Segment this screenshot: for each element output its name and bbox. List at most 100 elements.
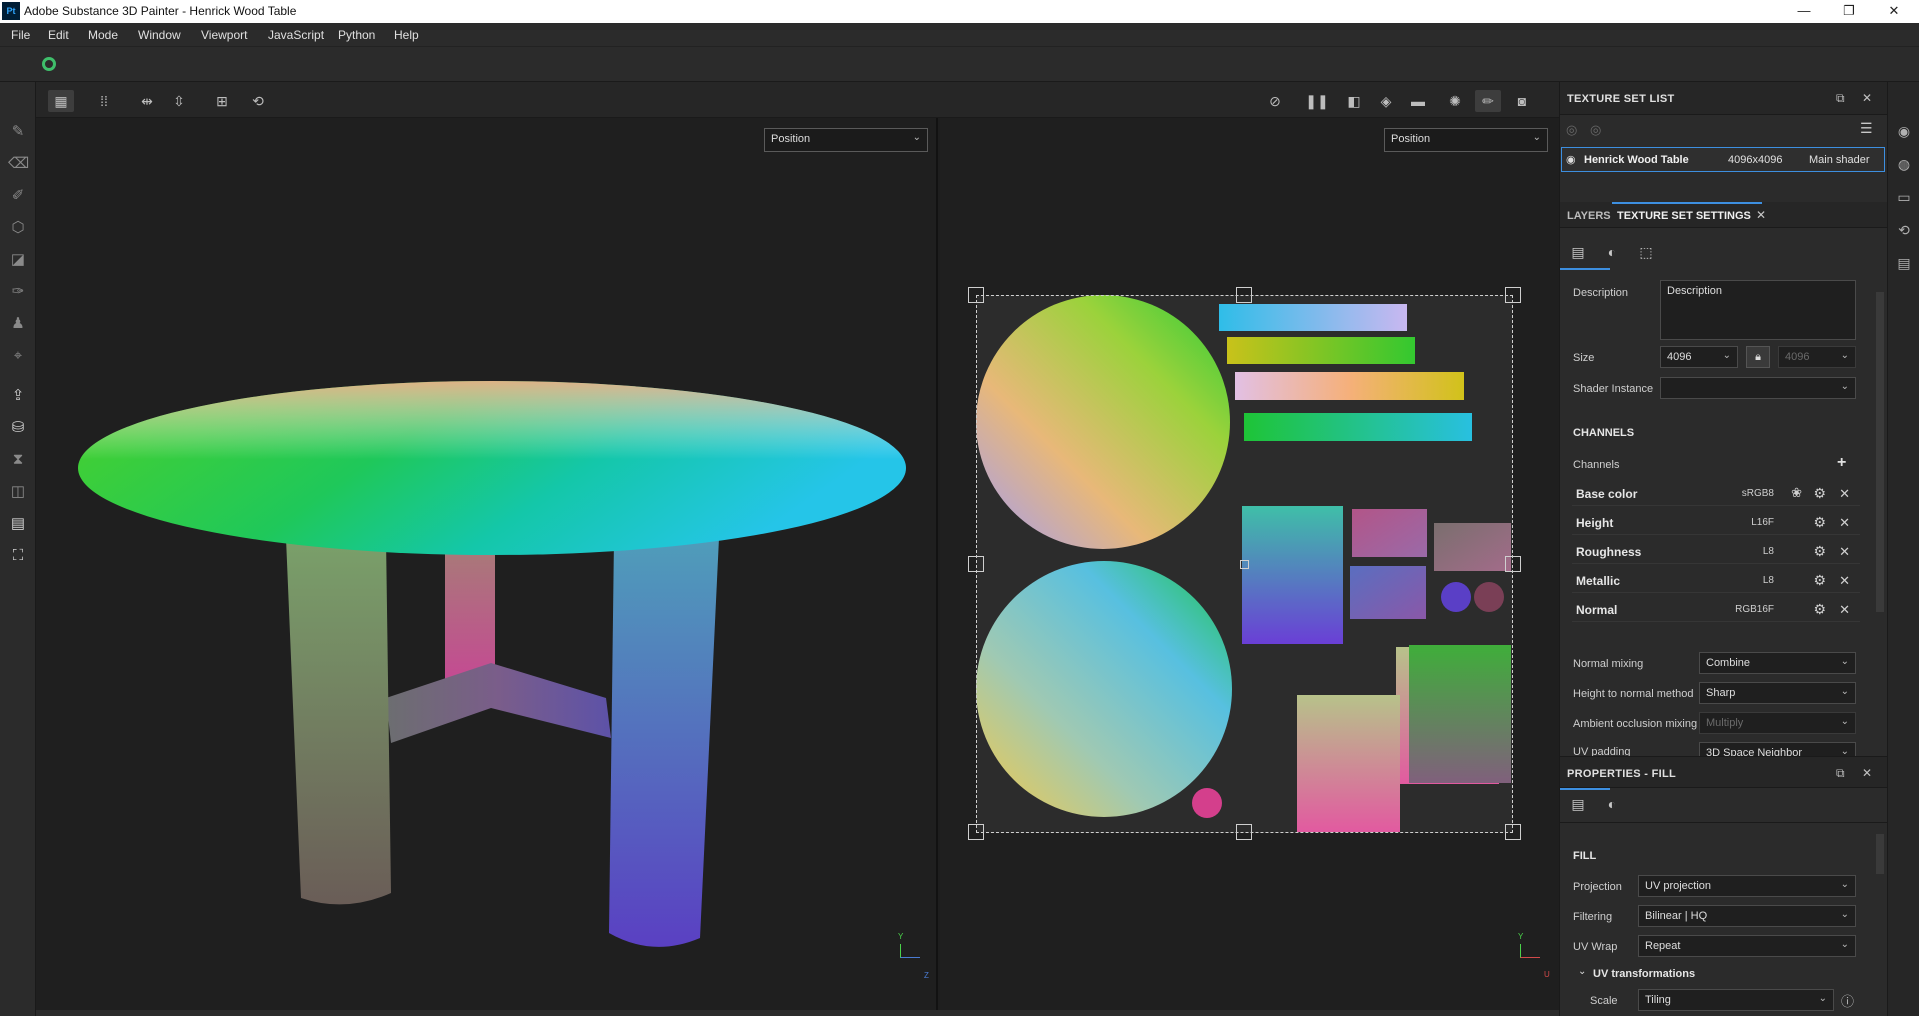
color-picker-icon[interactable]: ⌖ [8, 346, 28, 366]
size-select[interactable]: 4096 ⌄ [1660, 346, 1738, 368]
menu-icon[interactable]: ☰ [1860, 120, 1873, 137]
light-icon[interactable]: ✺ [1442, 90, 1468, 112]
screenshot-icon[interactable]: ◙ [1509, 90, 1535, 112]
uv-wrap-select[interactable]: Repeat ⌄ [1638, 935, 1856, 957]
display-settings-icon[interactable]: ◉ [1895, 122, 1913, 140]
viewport-3d[interactable]: Position ⌄ Y Z [36, 118, 938, 1016]
channel-format[interactable]: L16F [1751, 517, 1774, 528]
remove-channel-icon[interactable]: ✕ [1839, 544, 1850, 560]
visibility-eye-icon[interactable]: ◉ [1566, 153, 1576, 166]
eye-icon[interactable]: ◎ [1590, 122, 1601, 138]
menu-window[interactable]: Window [138, 28, 181, 42]
grid-view-icon[interactable]: ▦ [48, 90, 74, 112]
gear-icon[interactable]: ⚙ [1813, 601, 1826, 618]
remove-channel-icon[interactable]: ✕ [1839, 515, 1850, 531]
remove-channel-icon[interactable]: ✕ [1839, 486, 1850, 502]
eraser-icon[interactable]: ⌫ [8, 154, 29, 174]
texture-set-settings-scrollbar[interactable] [1876, 292, 1884, 612]
description-textarea[interactable]: Description [1660, 280, 1856, 340]
scale-select[interactable]: Tiling ⌄ [1638, 989, 1834, 1011]
symmetry-y-icon[interactable]: ⇳ [166, 90, 192, 112]
history-icon[interactable]: ⟲ [1895, 221, 1913, 239]
grid-options-icon[interactable]: ⁞⁞ [91, 90, 117, 112]
transform-handle-b[interactable] [1236, 824, 1252, 840]
menu-mode[interactable]: Mode [88, 28, 118, 42]
close-tab-icon[interactable]: ✕ [1756, 208, 1766, 222]
transform-handle-tl[interactable] [968, 287, 984, 303]
transform-handle-l[interactable] [968, 556, 984, 572]
fill-settings-tab-icon[interactable]: ▤ [1568, 794, 1588, 814]
smudge-icon[interactable]: ✑ [8, 282, 28, 302]
log-icon[interactable]: ▤ [1895, 254, 1913, 272]
filtering-select[interactable]: Bilinear | HQ ⌄ [1638, 905, 1856, 927]
projection-icon[interactable]: ✐ [8, 186, 28, 206]
export-icon[interactable]: ⇪ [8, 386, 28, 406]
transform-pivot[interactable] [1240, 560, 1249, 569]
tab-layers[interactable]: LAYERS [1567, 210, 1611, 222]
shelf-icon[interactable]: ⛶ [8, 546, 28, 566]
measure-icon[interactable]: ⧗ [8, 450, 28, 470]
transform-handle-t[interactable] [1236, 287, 1252, 303]
pause-icon[interactable]: ❚❚ [1304, 90, 1330, 112]
transform-handle-r[interactable] [1505, 556, 1521, 572]
channel-format[interactable]: L8 [1763, 575, 1774, 586]
undock-icon[interactable]: ⧉ [1836, 766, 1845, 781]
add-channel-icon[interactable]: + [1837, 454, 1846, 472]
menu-viewport[interactable]: Viewport [201, 28, 247, 42]
paint-brush-icon[interactable]: ✎ [8, 122, 28, 142]
channel-format[interactable]: sRGB8 [1742, 488, 1774, 499]
color-profile-icon[interactable]: ❀ [1791, 485, 1802, 501]
channel-format[interactable]: L8 [1763, 546, 1774, 557]
gear-icon[interactable]: ⚙ [1813, 514, 1826, 531]
normal-mixing-select[interactable]: Combine ⌄ [1699, 652, 1856, 674]
gear-icon[interactable]: ⚙ [1813, 543, 1826, 560]
menu-python[interactable]: Python [338, 28, 375, 42]
channel-format[interactable]: RGB16F [1735, 604, 1774, 615]
hide-icon[interactable]: ⊘ [1262, 90, 1288, 112]
gear-icon[interactable]: ⚙ [1813, 572, 1826, 589]
bake-icon[interactable]: ⛁ [8, 418, 28, 438]
menu-edit[interactable]: Edit [48, 28, 69, 42]
uv-padding-select[interactable]: 3D Space Neighbor ⌄ [1699, 742, 1856, 756]
close-panel-icon[interactable]: ✕ [1862, 766, 1872, 780]
height-to-normal-select[interactable]: Sharp ⌄ [1699, 682, 1856, 704]
eye-closed-icon[interactable]: ◎ [1566, 122, 1577, 138]
chevron-down-icon[interactable]: ⌄ [1578, 966, 1586, 977]
channel-row[interactable]: Normal RGB16F ⚙ ✕ [1572, 598, 1860, 622]
camera-icon[interactable]: ▬ [1405, 90, 1431, 112]
history-icon[interactable]: ⟲ [245, 90, 271, 112]
close-window-button[interactable]: ✕ [1871, 0, 1917, 23]
info-icon[interactable]: ⓘ [1841, 991, 1854, 1010]
split-view-icon[interactable]: ◧ [1341, 90, 1367, 112]
close-panel-icon[interactable]: ✕ [1862, 91, 1872, 105]
properties-scrollbar[interactable] [1876, 834, 1884, 874]
shader-settings-icon[interactable]: ◍ [1895, 155, 1913, 173]
channel-row[interactable]: Roughness L8 ⚙ ✕ [1572, 540, 1860, 564]
projection-select[interactable]: UV projection ⌄ [1638, 875, 1856, 897]
tab-texture-set-settings[interactable]: TEXTURE SET SETTINGS [1612, 202, 1762, 228]
menu-help[interactable]: Help [394, 28, 419, 42]
material-tab-icon[interactable]: ◐ [1602, 242, 1622, 262]
channel-row[interactable]: Metallic L8 ⚙ ✕ [1572, 569, 1860, 593]
paint-mode-icon[interactable]: ✏ [1475, 90, 1501, 112]
polygon-fill-icon[interactable]: ◪ [8, 250, 28, 270]
menu-file[interactable]: File [11, 28, 30, 42]
remove-channel-icon[interactable]: ✕ [1839, 602, 1850, 618]
undock-icon[interactable]: ⧉ [1836, 91, 1845, 106]
uv-tool-icon[interactable]: ◫ [8, 482, 28, 502]
uv-transformations-toggle[interactable]: UV transformations [1593, 968, 1695, 980]
fill-material-tab-icon[interactable]: ◐ [1602, 794, 1622, 814]
assets-icon[interactable]: ▭ [1895, 188, 1913, 206]
transform-handle-br[interactable] [1505, 824, 1521, 840]
channel-row[interactable]: Base color sRGB8 ❀ ⚙ ✕ [1572, 482, 1860, 506]
menu-javascript[interactable]: JavaScript [268, 28, 324, 42]
transform-handle-tr[interactable] [1505, 287, 1521, 303]
remove-channel-icon[interactable]: ✕ [1839, 573, 1850, 589]
channel-row[interactable]: Height L16F ⚙ ✕ [1572, 511, 1860, 535]
gear-icon[interactable]: ⚙ [1813, 485, 1826, 502]
clone-stamp-icon[interactable]: ♟ [8, 314, 28, 334]
cube-view-icon[interactable]: ◈ [1373, 90, 1399, 112]
geometry-mask-icon[interactable]: ⬡ [8, 218, 28, 238]
viewport-2d-channel-select[interactable]: Position ⌄ [1384, 128, 1548, 152]
lock-icon[interactable]: 🔒︎ [1746, 346, 1770, 368]
